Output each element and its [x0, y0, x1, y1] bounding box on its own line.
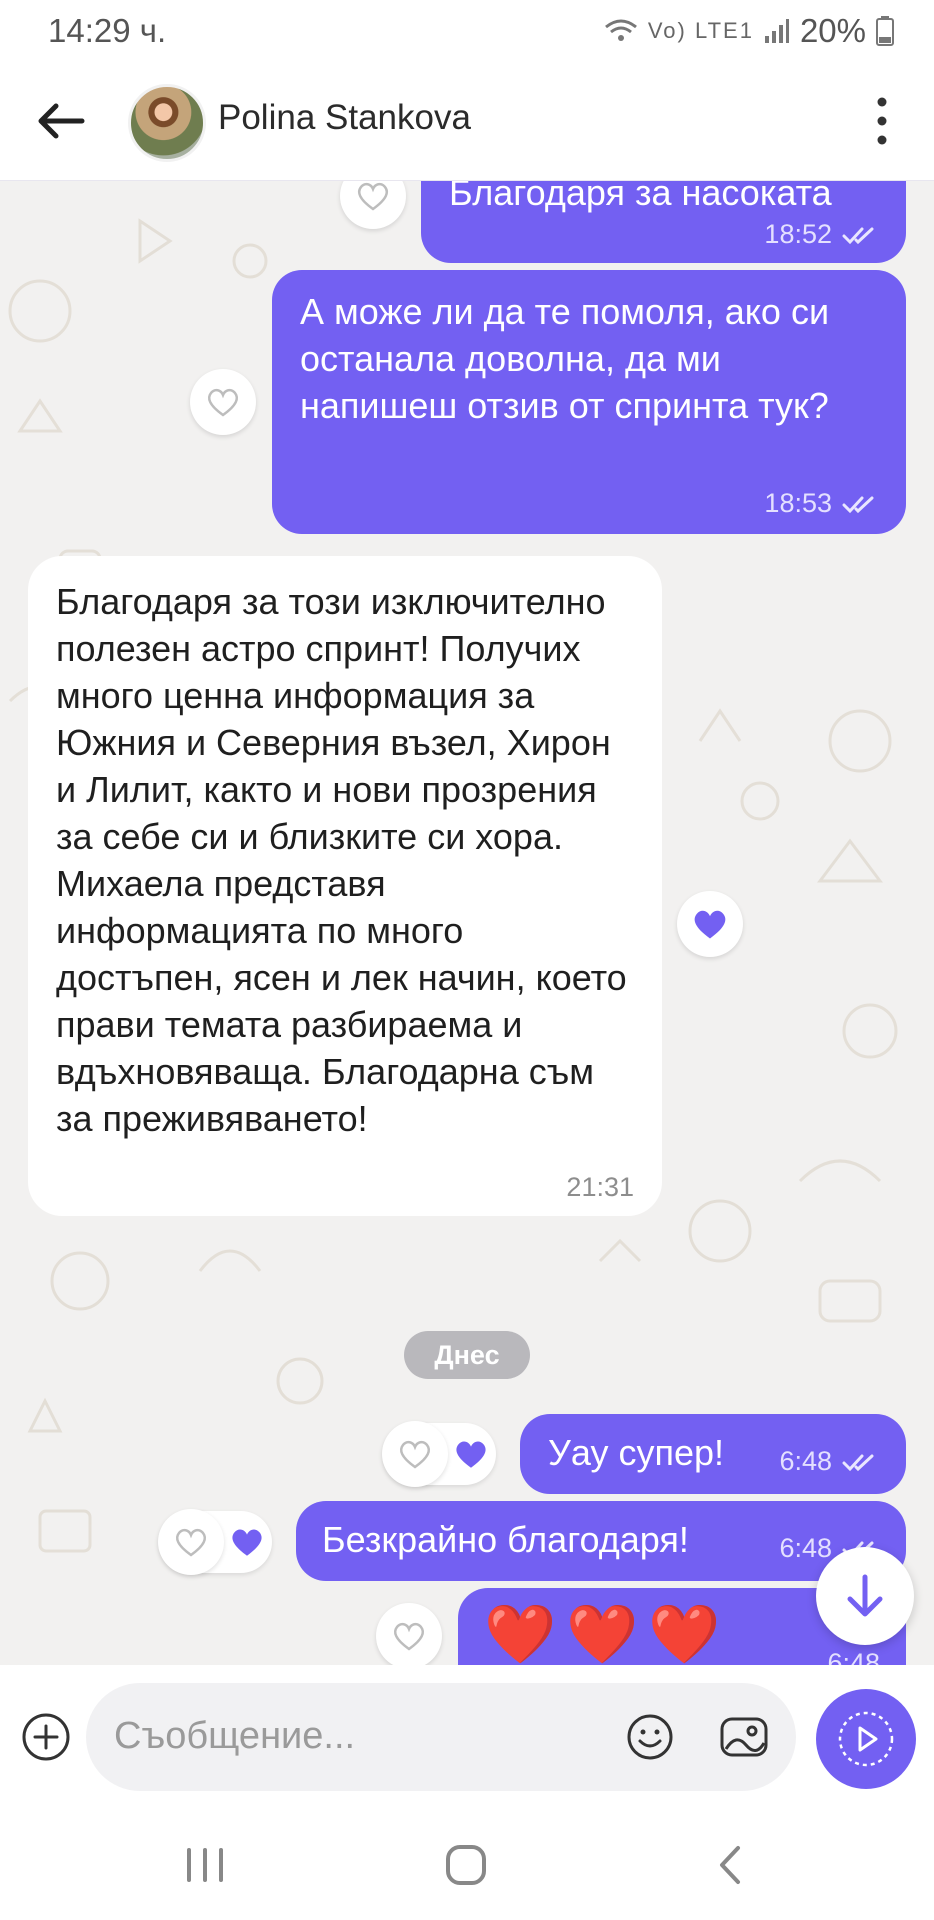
double-check-icon	[842, 1454, 874, 1471]
heart-outline-icon	[207, 388, 239, 417]
message-time: 18:52	[764, 219, 832, 249]
message-text: А може ли да те помоля, ако си останала …	[300, 291, 830, 426]
message-meta: 18:52	[764, 211, 880, 258]
battery-icon	[876, 16, 894, 46]
send-icon	[838, 1711, 894, 1767]
message-bubble-outgoing[interactable]: А може ли да те помоля, ако си останала …	[272, 270, 906, 534]
message-input[interactable]: Съобщение...	[86, 1683, 796, 1791]
chat-area[interactable]: Благодаря за насоката 18:52 А може ли да…	[0, 181, 934, 1665]
wifi-icon	[604, 19, 637, 41]
message-meta: 18:53	[764, 480, 880, 527]
message-time: 6:48	[779, 1533, 832, 1563]
back-nav-icon[interactable]	[700, 1840, 760, 1890]
heart-filled-icon	[456, 1441, 486, 1468]
chat-header: Polina Stankova	[0, 62, 934, 181]
like-button[interactable]	[190, 369, 256, 435]
plus-circle-icon[interactable]	[20, 1711, 72, 1763]
double-check-icon	[842, 227, 874, 244]
message-input-placeholder: Съобщение...	[114, 1715, 356, 1757]
message-bubble-outgoing[interactable]: Безкрайно благодаря! 6:48	[296, 1501, 906, 1581]
status-time: 14:29 ч.	[48, 12, 167, 49]
heart-outline-icon	[393, 1622, 425, 1651]
scroll-down-button[interactable]	[816, 1547, 914, 1645]
avatar[interactable]	[128, 84, 206, 162]
heart-filled-icon	[232, 1529, 262, 1556]
contact-name[interactable]: Polina Stankova	[218, 98, 471, 138]
double-check-icon	[842, 496, 874, 513]
like-button-active[interactable]	[677, 891, 743, 957]
recent-apps-icon[interactable]	[175, 1840, 235, 1890]
arrow-down-icon	[847, 1574, 883, 1617]
message-bubble-outgoing[interactable]: Уау супер! 6:48	[520, 1414, 906, 1494]
message-composer: Съобщение...	[0, 1665, 934, 1810]
message-time: 18:53	[764, 488, 832, 518]
message-bubble-incoming[interactable]: Благодаря за този изключително полезен а…	[28, 556, 662, 1216]
send-button[interactable]	[816, 1689, 916, 1789]
message-bubble-outgoing[interactable]: Благодаря за насоката 18:52	[421, 181, 906, 263]
heart-filled-icon	[694, 910, 726, 939]
like-button[interactable]	[382, 1421, 448, 1487]
message-time: 21:31	[566, 1172, 634, 1202]
system-navigation-bar	[0, 1810, 934, 1920]
heart-outline-icon	[399, 1440, 431, 1469]
status-indicators: Vo) LTE1 20%	[604, 12, 894, 50]
more-vertical-icon[interactable]	[854, 88, 910, 154]
like-button[interactable]	[158, 1509, 224, 1575]
date-separator: Днес	[404, 1331, 530, 1379]
like-button[interactable]	[376, 1603, 442, 1665]
battery-level: 20%	[799, 12, 866, 49]
message-meta: 6:48	[779, 1438, 880, 1485]
back-arrow-icon[interactable]	[30, 88, 96, 154]
network-label: Vo) LTE1	[647, 18, 754, 43]
home-icon[interactable]	[436, 1840, 496, 1890]
message-time: 6:48	[779, 1446, 832, 1476]
gallery-icon[interactable]	[718, 1711, 770, 1763]
message-text: Благодаря за този изключително полезен а…	[56, 581, 627, 1139]
status-bar: 14:29 ч. Vo) LTE1 20%	[0, 0, 934, 62]
emoji-icon[interactable]	[624, 1711, 676, 1763]
heart-outline-icon	[175, 1528, 207, 1557]
heart-outline-icon	[357, 182, 389, 211]
signal-icon	[764, 19, 789, 43]
